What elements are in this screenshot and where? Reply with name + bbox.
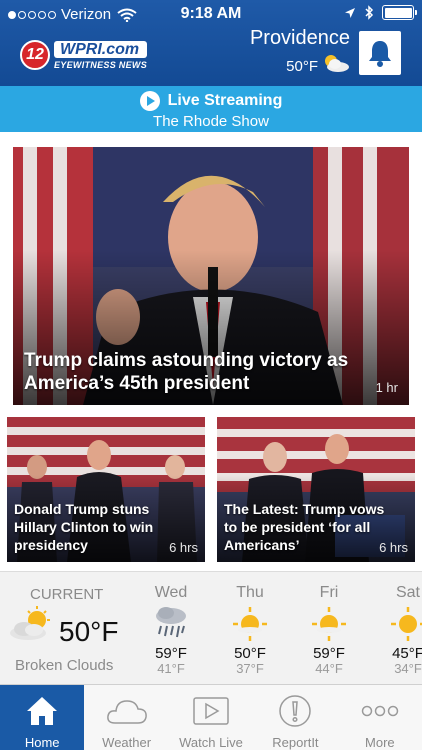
current-weather-label: CURRENT	[30, 586, 104, 603]
top-story-card[interactable]: Trump claims astounding victory as Ameri…	[13, 147, 409, 405]
logo-channel-number: 12	[20, 40, 50, 70]
forecast-day-name: Sat	[395, 584, 420, 601]
sun-icon	[299, 602, 359, 646]
sun-icon	[220, 602, 280, 646]
tab-watch-live-label: Watch Live	[179, 735, 243, 750]
forecast-low: 34°F	[394, 661, 422, 676]
forecast-low: 44°F	[315, 661, 343, 676]
header-temperature[interactable]: 50°F	[286, 58, 318, 75]
forecast-low: 37°F	[236, 661, 264, 676]
play-circle-icon	[139, 91, 160, 111]
forecast-high: 59°F	[155, 645, 187, 662]
story-right-headline[interactable]: The Latest: Trump vows to be president ‘…	[224, 500, 396, 554]
forecast-day-name: Thu	[236, 584, 264, 601]
battery-icon	[382, 5, 417, 20]
logo-brand: WPRI.com	[54, 40, 148, 58]
forecast-high: 59°F	[313, 645, 345, 662]
live-streaming-row: Live Streaming	[0, 91, 422, 111]
partly-cloudy-icon	[325, 55, 349, 72]
alert-icon	[278, 693, 312, 729]
alerts-button[interactable]	[359, 31, 401, 75]
tab-home[interactable]: Home	[0, 685, 85, 750]
live-streaming-title: Live Streaming	[167, 92, 283, 109]
tab-watch-live[interactable]: Watch Live	[169, 685, 253, 750]
forecast-day-name: Fri	[319, 584, 339, 601]
tab-more[interactable]: More	[338, 685, 422, 750]
current-temperature: 50°F	[59, 616, 119, 647]
more-icon	[360, 693, 400, 729]
live-streaming-show: The Rhode Show	[153, 113, 269, 130]
forecast-day[interactable]: Thu 50°F 37°F	[220, 584, 280, 676]
weather-strip[interactable]: CURRENT 50°F Broken Clouds Wed 59°F 41°F…	[0, 571, 422, 684]
home-icon	[25, 693, 59, 729]
partly-cloudy-icon	[10, 606, 50, 640]
forecast-day-name: Wed	[154, 584, 188, 601]
bottom-tab-bar: Home Weather Watch Live ReportIt More	[0, 684, 422, 750]
logo-tagline: EYEWITNESS NEWS	[54, 59, 148, 70]
tab-weather[interactable]: Weather	[84, 685, 168, 750]
logo-wordmark: WPRI.com EYEWITNESS NEWS	[54, 40, 148, 70]
battery-fill	[384, 7, 412, 18]
top-story-headline[interactable]: Trump claims astounding victory as Ameri…	[24, 349, 374, 395]
tab-home-label: Home	[24, 735, 60, 750]
sun-icon	[378, 602, 422, 646]
station-logo[interactable]: 12 WPRI.com EYEWITNESS NEWS	[20, 40, 148, 70]
forecast-day[interactable]: Fri 59°F 44°F	[299, 584, 359, 676]
story-left-headline[interactable]: Donald Trump stuns Hillary Clinton to wi…	[14, 500, 186, 554]
story-left-timestamp: 6 hrs	[169, 540, 198, 555]
bluetooth-icon	[365, 5, 374, 20]
play-icon	[192, 693, 230, 729]
story-card-left[interactable]: Donald Trump stuns Hillary Clinton to wi…	[7, 417, 205, 562]
weather-city[interactable]: Providence	[250, 27, 350, 50]
tab-weather-label: Weather	[102, 735, 152, 750]
current-condition: Broken Clouds	[15, 657, 114, 674]
top-story-timestamp: 1 hr	[375, 380, 398, 395]
status-right	[344, 5, 417, 20]
forecast-day[interactable]: Sat 45°F 34°F	[378, 584, 422, 676]
location-arrow-icon	[345, 7, 355, 18]
bell-icon	[369, 41, 391, 67]
live-streaming-banner[interactable]: Live Streaming The Rhode Show	[0, 86, 422, 132]
tab-reportit[interactable]: ReportIt	[253, 685, 337, 750]
forecast-high: 45°F	[392, 645, 422, 662]
rain-icon	[141, 602, 201, 646]
status-bar: Verizon 9:18 AM	[0, 0, 422, 28]
forecast-day[interactable]: Wed 59°F 41°F	[141, 584, 201, 676]
story-card-right[interactable]: The Latest: Trump vows to be president ‘…	[217, 417, 415, 562]
tab-more-label: More	[365, 735, 395, 750]
forecast-low: 41°F	[157, 661, 185, 676]
tab-reportit-label: ReportIt	[272, 735, 319, 750]
cloud-icon	[105, 693, 149, 729]
forecast-high: 50°F	[234, 645, 266, 662]
app-header: Verizon 9:18 AM 12 WPRI.com EYEWITNESS N…	[0, 0, 422, 86]
story-right-timestamp: 6 hrs	[379, 540, 408, 555]
